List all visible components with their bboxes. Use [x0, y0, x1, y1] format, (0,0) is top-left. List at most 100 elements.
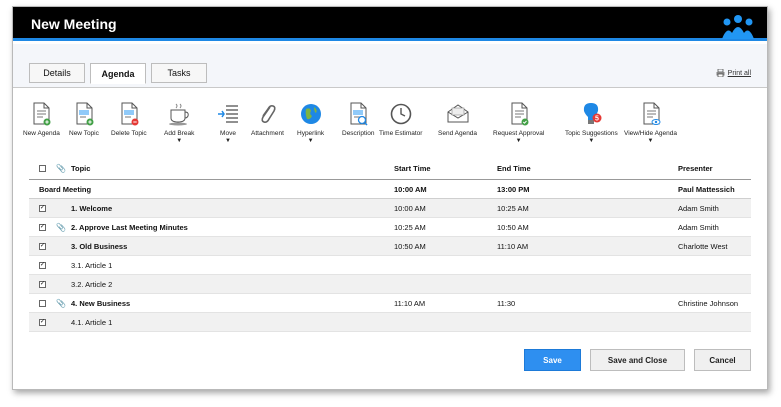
toolbar-label: Attachment [251, 130, 284, 137]
row-topic: 2. Approve Last Meeting Minutes [71, 222, 188, 232]
description-icon [345, 101, 371, 127]
toolbar-label: Time Estimator [379, 130, 423, 137]
row-checkbox[interactable]: ✓ [39, 204, 46, 212]
grid-header: 📎 Topic Start Time End Time Presenter [29, 158, 751, 180]
chevron-down-icon[interactable]: ▼ [516, 138, 522, 144]
print-all-link[interactable]: Print all [716, 69, 751, 77]
new-agenda-icon [28, 101, 54, 127]
table-row[interactable]: ✓ 3.1. Article 1 [29, 256, 751, 275]
row-start-time: 10:00 AM [394, 203, 426, 213]
chevron-down-icon[interactable]: ▼ [588, 138, 594, 144]
chevron-down-icon[interactable]: ▼ [308, 138, 314, 144]
table-row[interactable]: ✓ 📎 2. Approve Last Meeting Minutes 10:25 A… [29, 218, 751, 237]
print-all-label: Print all [727, 69, 751, 77]
table-row[interactable]: ✓ 3.2. Article 2 [29, 275, 751, 294]
table-row[interactable]: ✓ 4.1. Article 1 [29, 313, 751, 332]
group-end-time: 13:00 PM [497, 184, 530, 194]
clock-icon [388, 101, 414, 127]
toolbar-view-agenda-button[interactable]: View/Hide Agenda ▼ [624, 101, 677, 144]
row-end-time: 11:30 [497, 298, 516, 308]
toolbar-new-topic-button[interactable]: New Topic [69, 101, 99, 137]
toolbar-paperclip-button[interactable]: Attachment [251, 101, 284, 137]
toolbar-approval-button[interactable]: Request Approval ▼ [493, 101, 544, 144]
new-topic-icon [71, 101, 97, 127]
toolbar-move-button[interactable]: Move ▼ [215, 101, 241, 144]
toolbar-description-button[interactable]: Description [342, 101, 375, 137]
paperclip-icon: 📎 [56, 164, 66, 173]
tab-agenda[interactable]: Agenda [90, 63, 146, 84]
envelope-icon [445, 101, 471, 127]
cancel-button[interactable]: Cancel [694, 349, 751, 371]
title-bar: New Meeting [13, 7, 767, 41]
header-start-time[interactable]: Start Time [394, 164, 431, 173]
tab-label: Agenda [101, 68, 135, 79]
chevron-down-icon[interactable]: ▼ [648, 138, 654, 144]
row-start-time: 11:10 AM [394, 298, 426, 308]
toolbar-delete-topic-button[interactable]: Delete Topic [111, 101, 147, 137]
group-presenter: Paul Mattessich [678, 184, 735, 194]
group-start-time: 10:00 AM [394, 184, 427, 194]
table-row[interactable]: ✓ 3. Old Business 10:50 AM 11:10 AM Charlott… [29, 237, 751, 256]
table-row[interactable]: ✓ 1. Welcome 10:00 AM 10:25 AM Adam Smith [29, 199, 751, 218]
tab-tasks[interactable]: Tasks [151, 63, 207, 83]
select-all-checkbox[interactable] [39, 165, 46, 172]
row-end-time: 10:25 AM [497, 203, 529, 213]
row-checkbox[interactable]: ✓ [39, 261, 46, 269]
row-topic: 3.2. Article 2 [71, 279, 113, 289]
header-end-time[interactable]: End Time [497, 164, 531, 173]
row-presenter: Adam Smith [678, 203, 719, 213]
toolbar-label: Request Approval [493, 130, 545, 137]
row-checkbox[interactable]: ✓ [39, 280, 46, 288]
move-icon [215, 101, 241, 127]
agenda-grid: 📎 Topic Start Time End Time Presenter Bo… [29, 158, 751, 332]
row-topic: 4. New Business [71, 298, 131, 308]
table-row[interactable]: 📎 4. New Business 11:10 AM 11:30 Christine J… [29, 294, 751, 313]
chevron-down-icon[interactable]: ▼ [176, 138, 182, 144]
suggestion-count-badge: 5 [595, 116, 599, 123]
toolbar-label: Description [342, 130, 375, 137]
lightbulb-icon: 5 [578, 101, 604, 127]
row-start-time: 10:50 AM [394, 241, 426, 251]
attachment-icon[interactable]: 📎 [56, 223, 66, 232]
grid-rows: ✓ 1. Welcome 10:00 AM 10:25 AM Adam Smith ✓ 📎 2… [29, 199, 751, 332]
row-checkbox[interactable]: ✓ [39, 242, 46, 250]
row-topic: 4.1. Article 1 [71, 317, 113, 327]
window-title: New Meeting [31, 16, 117, 32]
view-agenda-icon [638, 101, 664, 127]
row-topic: 3.1. Article 1 [71, 260, 113, 270]
toolbar-lightbulb-button[interactable]: 5 Topic Suggestions ▼ [565, 101, 618, 144]
toolbar-new-agenda-button[interactable]: New Agenda [23, 101, 60, 137]
toolbar-envelope-button[interactable]: Send Agenda [438, 101, 477, 137]
toolbar-label: View/Hide Agenda [624, 130, 678, 137]
paperclip-icon [254, 101, 280, 127]
header-topic[interactable]: Topic [71, 164, 90, 173]
save-button[interactable]: Save [524, 349, 581, 371]
row-end-time: 10:50 AM [497, 222, 529, 232]
approval-icon [506, 101, 532, 127]
people-logo-icon [722, 15, 754, 39]
group-row[interactable]: Board Meeting 10:00 AM 13:00 PM Paul Mat… [29, 180, 751, 199]
chevron-down-icon[interactable]: ▼ [225, 138, 231, 144]
toolbar-label: Topic Suggestions [565, 130, 618, 137]
row-presenter: Christine Johnson [678, 298, 739, 308]
row-presenter: Charlotte West [678, 241, 728, 251]
row-checkbox[interactable] [39, 299, 46, 307]
toolbar-coffee-cup-button[interactable]: Add Break ▼ [164, 101, 194, 144]
tab-details[interactable]: Details [29, 63, 85, 83]
toolbar-label: New Topic [69, 130, 99, 137]
printer-icon [716, 69, 725, 77]
tab-label: Details [43, 68, 71, 78]
coffee-cup-icon [166, 101, 192, 127]
toolbar-clock-button[interactable]: Time Estimator [379, 101, 422, 137]
toolbar-label: Delete Topic [111, 130, 147, 137]
toolbar-label: Hyperlink [297, 130, 325, 137]
row-end-time: 11:10 AM [497, 241, 529, 251]
save-and-close-button[interactable]: Save and Close [590, 349, 685, 371]
row-checkbox[interactable]: ✓ [39, 223, 46, 231]
row-start-time: 10:25 AM [394, 222, 426, 232]
header-presenter[interactable]: Presenter [678, 164, 713, 173]
row-checkbox[interactable]: ✓ [39, 318, 46, 326]
attachment-icon[interactable]: 📎 [56, 299, 66, 308]
row-presenter: Adam Smith [678, 222, 719, 232]
toolbar-globe-button[interactable]: Hyperlink ▼ [297, 101, 324, 144]
